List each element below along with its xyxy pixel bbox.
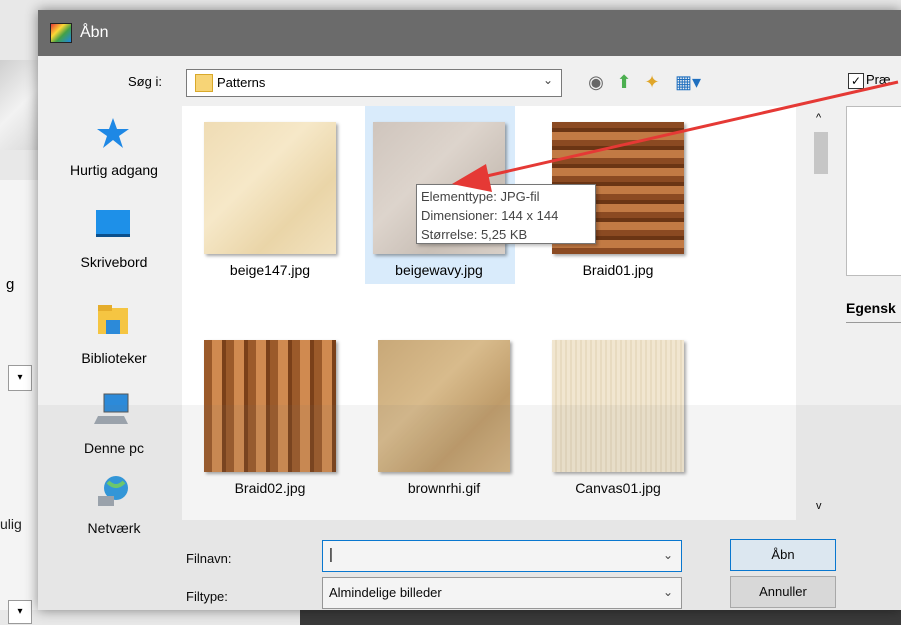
annotation-arrow-head xyxy=(452,164,492,192)
annotation-arrow-overlay xyxy=(452,80,899,192)
annotation-arrow-line xyxy=(477,80,899,180)
